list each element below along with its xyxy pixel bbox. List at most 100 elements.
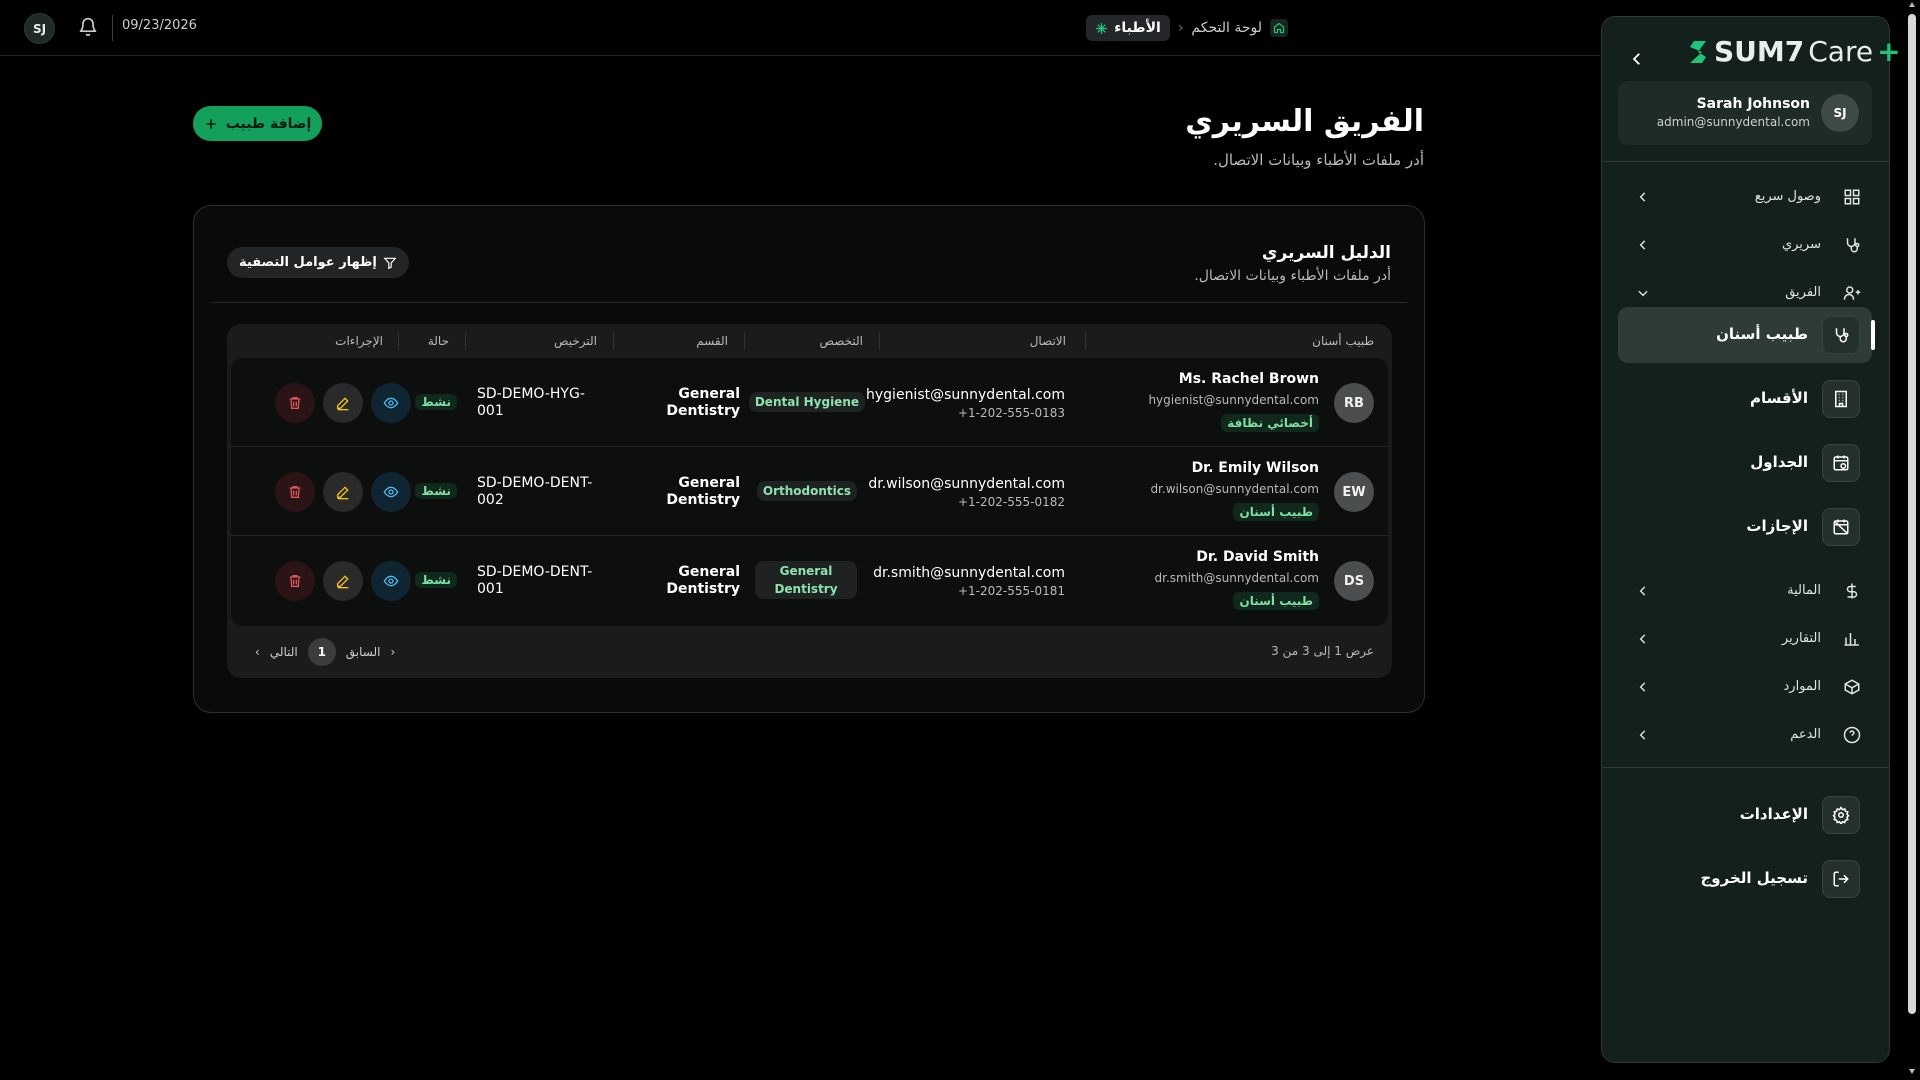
dentist-name: Dr. Emily Wilson — [1191, 460, 1319, 476]
specialty-line: Dentistry — [774, 582, 838, 596]
nav-resources[interactable]: الموارد — [1602, 675, 1889, 699]
dentist-email: hygienist@sunnydental.com — [1148, 393, 1319, 407]
department: General Dentistry — [660, 386, 740, 420]
view-button[interactable] — [371, 472, 411, 512]
department-line: Dentistry — [666, 403, 740, 419]
nav-settings[interactable]: الإعدادات — [1618, 787, 1872, 843]
nav-leaves[interactable]: الإجازات — [1618, 499, 1872, 555]
chevron-left-icon — [1639, 240, 1646, 250]
license-line: 002 — [477, 492, 504, 508]
status-badge: نشط — [415, 483, 457, 499]
license-line: 001 — [477, 403, 504, 419]
edit-button[interactable] — [323, 472, 363, 512]
nav-support[interactable]: الدعم — [1602, 723, 1889, 747]
nav-team[interactable]: الفريق — [1602, 281, 1889, 305]
table-footer: عرض 1 إلى 3 من 3 ‹ التالي 1 السابق › — [227, 626, 1392, 678]
contact-email[interactable]: dr.wilson@sunnydental.com — [868, 476, 1065, 492]
trash-icon — [289, 575, 301, 587]
clinical-directory-card: الدليل السريري أدر ملفات الأطباء وبيانات… — [193, 205, 1425, 713]
scrollbar-thumb[interactable] — [1908, 14, 1916, 1014]
delete-button[interactable] — [275, 561, 315, 601]
nav-label: الفريق — [1785, 285, 1821, 300]
contact-email[interactable]: hygienist@sunnydental.com — [866, 387, 1065, 403]
page-scrollbar[interactable] — [1904, 0, 1920, 1080]
trash-icon — [289, 397, 301, 409]
divider — [1602, 767, 1889, 768]
column-header-department[interactable]: القسم — [696, 334, 728, 348]
results-count: عرض 1 إلى 3 من 3 — [1271, 644, 1374, 658]
license-line: SD-DEMO-DENT- — [477, 564, 593, 580]
chevron-left-icon — [1639, 192, 1646, 202]
column-header-dentist[interactable]: طبيب أسنان — [1312, 334, 1374, 348]
bell-icon[interactable] — [78, 17, 98, 37]
user-group-icon — [1843, 286, 1861, 300]
nav-clinical[interactable]: سريري — [1602, 233, 1889, 257]
chevron-left-icon — [1639, 634, 1646, 644]
nav-reports[interactable]: التقارير — [1602, 627, 1889, 651]
column-header-license[interactable]: الترخيص — [554, 334, 597, 348]
column-header-status[interactable]: حالة — [428, 334, 449, 348]
next-page-button[interactable]: التالي — [270, 645, 298, 659]
avatar: EW — [1334, 472, 1374, 512]
page-title: الفريق السريري — [1185, 104, 1424, 139]
add-dentist-button[interactable]: إضافة طبيب — [193, 106, 322, 141]
department-line: General — [678, 564, 740, 580]
chevron-left-icon — [1639, 730, 1646, 740]
view-button[interactable] — [371, 561, 411, 601]
column-header-contact[interactable]: الاتصال — [1030, 334, 1066, 348]
chevron-left-icon[interactable]: ‹ — [255, 645, 260, 659]
user-profile[interactable]: SJ Sarah Johnson admin@sunnydental.com — [1618, 81, 1872, 145]
page-subtitle: أدر ملفات الأطباء وبيانات الاتصال. — [1213, 151, 1424, 169]
scroll-down-arrow-icon[interactable] — [1908, 1066, 1916, 1076]
logo-care: Care — [1808, 35, 1874, 68]
logo-plus: + — [1877, 35, 1901, 68]
chevron-left-icon[interactable] — [1628, 50, 1646, 68]
column-header-specialty[interactable]: التخصص — [820, 334, 863, 348]
trash-icon — [289, 486, 301, 498]
previous-page-button[interactable]: السابق — [346, 645, 381, 659]
nav-departments[interactable]: الأقسام — [1618, 371, 1872, 427]
table-body: RB Ms. Rachel Brown hygienist@sunnydenta… — [231, 358, 1388, 626]
dentist-email: dr.wilson@sunnydental.com — [1150, 482, 1319, 496]
dentist-name: Ms. Rachel Brown — [1178, 371, 1319, 387]
box-icon — [1844, 679, 1860, 695]
license-line: SD-DEMO-HYG- — [477, 386, 585, 402]
nav-label: التقارير — [1781, 631, 1821, 646]
view-button[interactable] — [371, 383, 411, 423]
chevron-right-icon[interactable]: › — [390, 645, 395, 659]
dentist-email: dr.smith@sunnydental.com — [1154, 571, 1319, 585]
plus-icon — [206, 118, 216, 129]
nav-logout[interactable]: تسجيل الخروج — [1618, 851, 1872, 907]
breadcrumb-current: الأطباء — [1086, 15, 1170, 41]
nav-finance[interactable]: المالية — [1602, 579, 1889, 603]
nav-schedules[interactable]: الجداول — [1618, 435, 1872, 491]
current-date: 09/23/2026 — [122, 18, 197, 33]
nav-quick-access[interactable]: وصول سريع — [1602, 185, 1889, 209]
divider — [613, 332, 614, 350]
show-filters-button[interactable]: إظهار عوامل التصفية — [227, 247, 409, 278]
nav-label: الإعدادات — [1739, 805, 1808, 823]
page-number[interactable]: 1 — [307, 638, 336, 666]
edit-button[interactable] — [323, 383, 363, 423]
edit-button[interactable] — [323, 561, 363, 601]
breadcrumb-home[interactable]: لوحة التحكم — [1191, 19, 1288, 37]
table-row: DS Dr. David Smith dr.smith@sunnydental.… — [231, 536, 1388, 625]
nav-dentist[interactable]: طبيب أسنان — [1618, 307, 1875, 363]
department-line: General — [678, 475, 740, 491]
scroll-up-arrow-icon[interactable] — [1908, 0, 1916, 10]
dollar-icon — [1846, 583, 1858, 599]
department-line: General — [678, 386, 740, 402]
eye-icon — [383, 575, 399, 587]
divider — [211, 302, 1407, 303]
specialty-line: General — [779, 564, 833, 578]
show-filters-label: إظهار عوامل التصفية — [239, 255, 377, 270]
contact-email[interactable]: dr.smith@sunnydental.com — [873, 565, 1065, 581]
avatar[interactable]: SJ — [24, 13, 55, 44]
help-circle-icon — [1843, 726, 1861, 744]
delete-button[interactable] — [275, 383, 315, 423]
role-badge: طبيب أسنان — [1233, 592, 1319, 610]
delete-button[interactable] — [275, 472, 315, 512]
divider — [744, 332, 745, 350]
divider — [1602, 161, 1889, 162]
avatar: DS — [1334, 561, 1374, 601]
